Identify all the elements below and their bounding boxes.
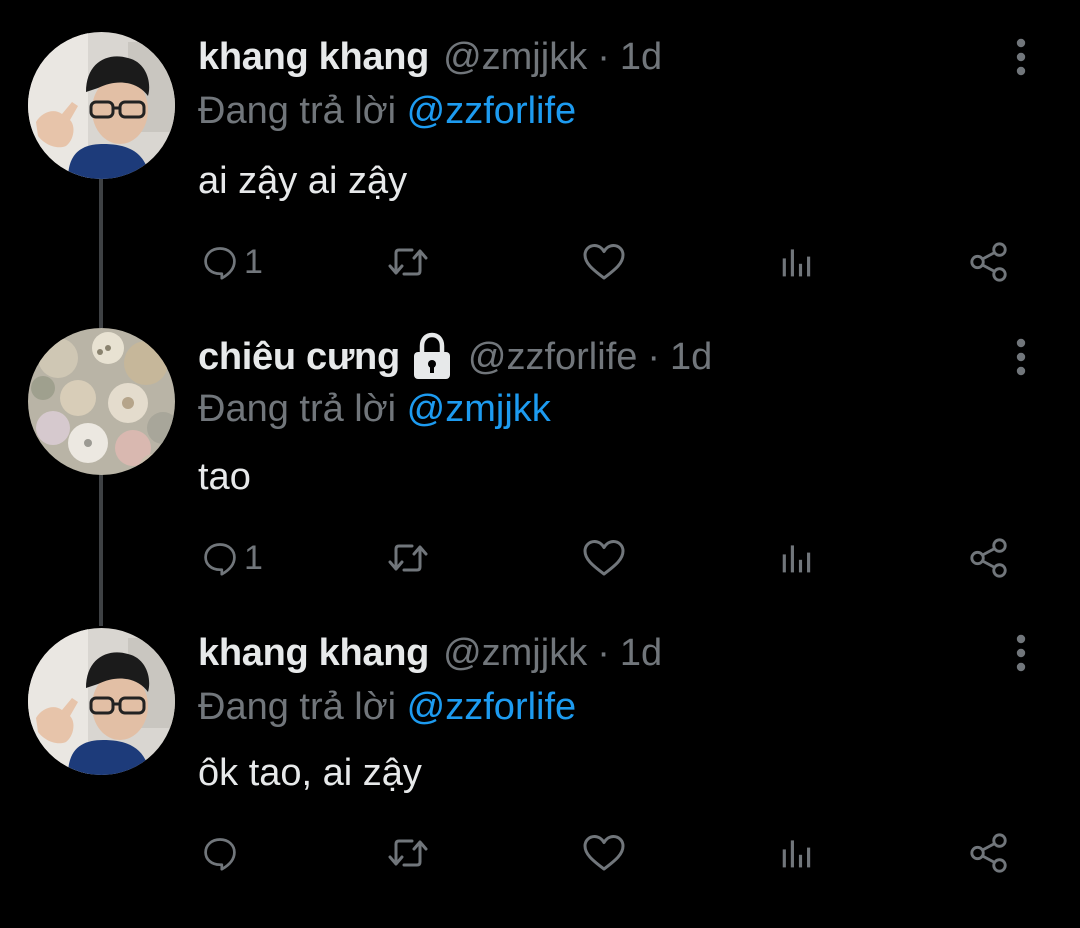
tweet[interactable]: chiêu cưng @zzforlife · 1d Đang trả lời … <box>0 328 1080 628</box>
reply-count: 1 <box>244 242 263 281</box>
views-button[interactable] <box>778 823 814 883</box>
action-bar: 1 <box>198 232 1028 292</box>
lock-icon <box>413 332 450 379</box>
timestamp[interactable]: 1d <box>620 628 662 678</box>
share-icon <box>968 832 1010 874</box>
views-button[interactable] <box>778 232 814 292</box>
more-vertical-icon <box>1011 337 1031 377</box>
reply-button[interactable]: 1 <box>202 528 263 588</box>
retweet-icon <box>386 538 430 578</box>
reply-count: 1 <box>244 538 263 577</box>
retweet-button[interactable] <box>386 232 430 292</box>
tweet-header: khang khang @zmjjkk · 1d <box>198 32 662 82</box>
avatar-image <box>28 628 175 775</box>
more-options-button[interactable] <box>1004 32 1038 82</box>
tweet[interactable]: khang khang @zmjjkk · 1d Đang trả lời @z… <box>0 32 1080 332</box>
more-options-button[interactable] <box>1004 628 1038 678</box>
reply-icon <box>202 244 238 280</box>
share-icon <box>968 241 1010 283</box>
retweet-icon <box>386 242 430 282</box>
replying-prefix: Đang trả lời <box>198 90 397 132</box>
share-icon <box>968 537 1010 579</box>
mention-link[interactable]: @zmjjkk <box>407 388 551 430</box>
like-button[interactable] <box>582 823 626 883</box>
more-vertical-icon <box>1011 37 1031 77</box>
avatar[interactable] <box>28 328 175 475</box>
share-button[interactable] <box>968 528 1010 588</box>
retweet-button[interactable] <box>386 528 430 588</box>
avatar[interactable] <box>28 32 175 179</box>
action-bar <box>198 823 1028 883</box>
share-button[interactable] <box>968 823 1010 883</box>
tweet-header: chiêu cưng @zzforlife · 1d <box>198 332 712 382</box>
replying-prefix: Đang trả lời <box>198 686 397 728</box>
display-name[interactable]: chiêu cưng <box>198 332 400 382</box>
avatar-image <box>28 32 175 179</box>
timestamp[interactable]: 1d <box>620 32 662 82</box>
analytics-icon <box>778 540 814 576</box>
tweet-text: tao <box>198 456 251 498</box>
user-handle[interactable]: @zzforlife <box>468 332 638 382</box>
tweet[interactable]: khang khang @zmjjkk · 1d Đang trả lời @z… <box>0 628 1080 928</box>
like-button[interactable] <box>582 528 626 588</box>
more-vertical-icon <box>1011 633 1031 673</box>
user-handle[interactable]: @zmjjkk <box>443 628 587 678</box>
analytics-icon <box>778 835 814 871</box>
share-button[interactable] <box>968 232 1010 292</box>
separator-dot: · <box>597 36 610 78</box>
tweet-header: khang khang @zmjjkk · 1d <box>198 628 662 678</box>
tweet-text: ai zậy ai zậy <box>198 160 408 202</box>
tweet-text: ôk tao, ai zậy <box>198 752 422 794</box>
reply-icon <box>202 835 238 871</box>
separator-dot: · <box>597 632 610 674</box>
display-name[interactable]: khang khang <box>198 32 429 82</box>
retweet-button[interactable] <box>386 823 430 883</box>
retweet-icon <box>386 833 430 873</box>
replying-to: Đang trả lời @zzforlife <box>198 682 576 732</box>
timestamp[interactable]: 1d <box>670 332 712 382</box>
reply-icon <box>202 540 238 576</box>
more-options-button[interactable] <box>1004 332 1038 382</box>
analytics-icon <box>778 244 814 280</box>
separator-dot: · <box>647 336 661 378</box>
reply-button[interactable] <box>202 823 244 883</box>
views-button[interactable] <box>778 528 814 588</box>
replying-to: Đang trả lời @zzforlife <box>198 86 576 136</box>
reply-button[interactable]: 1 <box>202 232 263 292</box>
action-bar: 1 <box>198 528 1028 588</box>
like-button[interactable] <box>582 232 626 292</box>
heart-icon <box>582 242 626 282</box>
replying-prefix: Đang trả lời <box>198 388 397 430</box>
heart-icon <box>582 833 626 873</box>
mention-link[interactable]: @zzforlife <box>407 686 577 728</box>
user-handle[interactable]: @zmjjkk <box>443 32 587 82</box>
heart-icon <box>582 538 626 578</box>
mention-link[interactable]: @zzforlife <box>407 90 577 132</box>
avatar[interactable] <box>28 628 175 775</box>
avatar-image <box>28 328 175 475</box>
display-name[interactable]: khang khang <box>198 628 429 678</box>
replying-to: Đang trả lời @zmjjkk <box>198 384 551 434</box>
